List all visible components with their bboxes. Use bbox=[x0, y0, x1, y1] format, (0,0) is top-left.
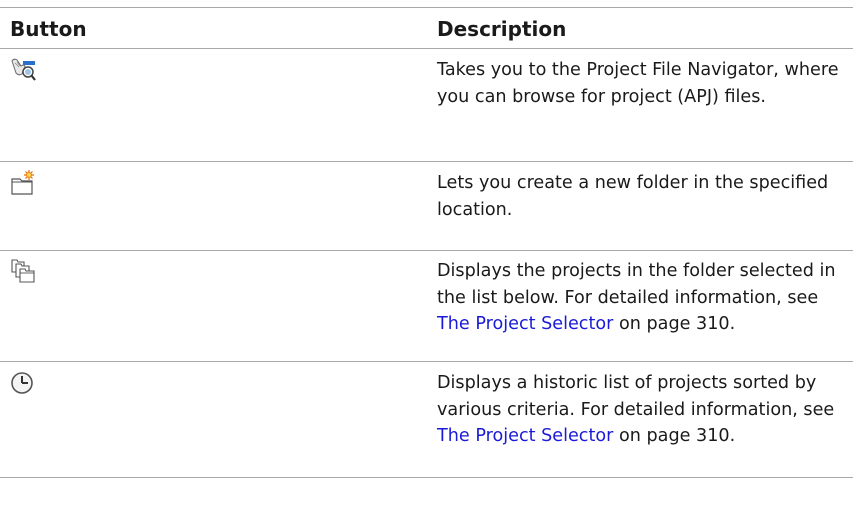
table-bottom-rule bbox=[0, 477, 853, 478]
description-page-ref: on page 310. bbox=[613, 314, 736, 334]
row-description: Lets you create a new folder in the spec… bbox=[437, 173, 829, 220]
row-description: Takes you to the Project File Navigator,… bbox=[437, 60, 839, 107]
column-header-description: Description bbox=[437, 17, 567, 41]
row-description: Displays a historic list of projects sor… bbox=[437, 370, 847, 450]
projects-in-folder-icon[interactable] bbox=[10, 258, 36, 288]
column-header-button: Button bbox=[10, 17, 87, 41]
row-description: Displays the projects in the folder sele… bbox=[437, 258, 847, 338]
project-file-navigator-icon[interactable] bbox=[10, 57, 36, 87]
row-divider bbox=[0, 250, 853, 251]
row-divider bbox=[0, 361, 853, 362]
new-folder-icon[interactable] bbox=[10, 170, 36, 200]
header-divider bbox=[0, 48, 853, 49]
project-selector-link[interactable]: The Project Selector bbox=[437, 426, 613, 446]
row-divider bbox=[0, 161, 853, 162]
description-page-ref: on page 310. bbox=[613, 426, 736, 446]
table-top-rule bbox=[0, 7, 853, 8]
description-text: Displays a historic list of projects sor… bbox=[437, 373, 835, 420]
description-text: Displays the projects in the folder sele… bbox=[437, 261, 836, 308]
history-clock-icon[interactable] bbox=[10, 370, 36, 400]
project-selector-link[interactable]: The Project Selector bbox=[437, 314, 613, 334]
